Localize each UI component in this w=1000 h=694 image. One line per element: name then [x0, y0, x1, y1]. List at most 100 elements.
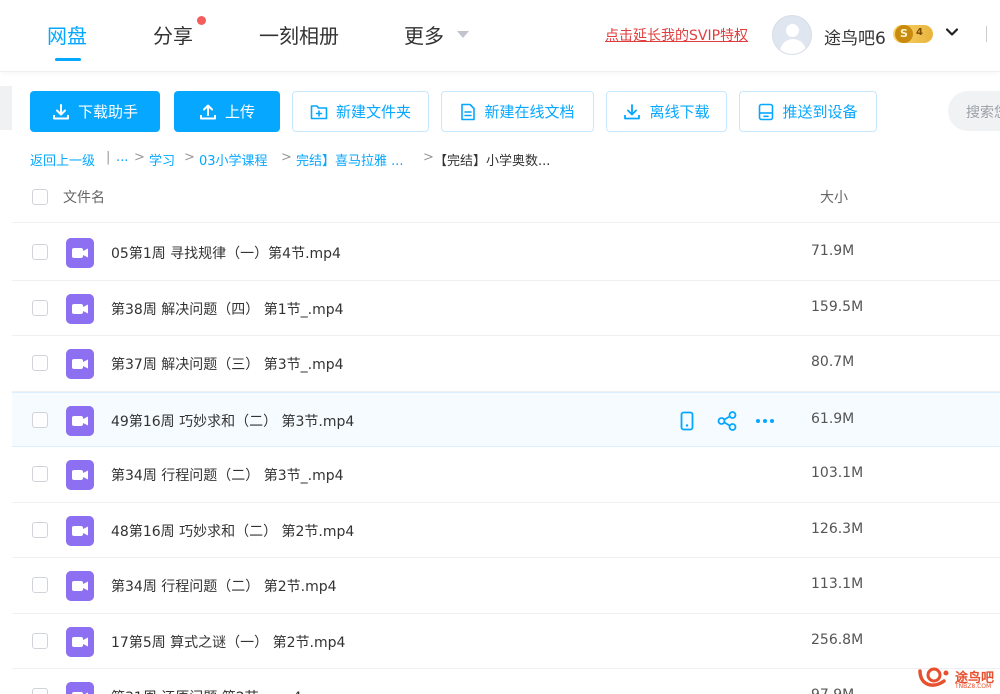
column-header-size[interactable]: 大小: [820, 187, 848, 207]
avatar[interactable]: [772, 15, 812, 55]
video-file-icon: [66, 682, 94, 694]
row-checkbox[interactable]: [32, 632, 48, 649]
breadcrumb-ellipsis[interactable]: ...: [116, 150, 128, 165]
tab-album[interactable]: 一刻相册: [259, 20, 339, 49]
file-size: 103.1M: [811, 465, 864, 481]
file-row[interactable]: 第37周 解决问题（三） 第3节_.mp4 80.7M: [12, 336, 1000, 392]
upload-button[interactable]: 上传: [174, 91, 280, 132]
file-size: 113.1M: [811, 576, 864, 592]
breadcrumb-item-study[interactable]: 学习: [149, 150, 175, 169]
push-device-icon[interactable]: [675, 409, 699, 433]
search-input[interactable]: 搜索您: [948, 91, 1000, 131]
watermark-logo-icon: [918, 667, 949, 687]
breadcrumb-separator: |: [106, 150, 111, 165]
tab-share[interactable]: 分享: [153, 20, 193, 49]
breadcrumb-separator: >: [184, 150, 195, 165]
file-row[interactable]: 第38周 解决问题（四） 第1节_.mp4 159.5M: [12, 281, 1000, 336]
breadcrumb-current: 【完结】小学奥数...: [434, 154, 551, 169]
new-folder-icon: [310, 104, 328, 119]
breadcrumb-separator: >: [281, 150, 292, 165]
active-tab-indicator: [55, 58, 81, 61]
row-checkbox[interactable]: [32, 466, 48, 482]
file-size: 159.5M: [811, 298, 864, 315]
top-navigation-bar: 网盘 分享 一刻相册 更多 点击延长我的SVIP特权 途鸟吧6 S 4: [0, 0, 1000, 72]
column-header-filename[interactable]: 文件名: [63, 187, 105, 207]
video-file-icon: [66, 515, 94, 546]
file-name[interactable]: 第31周 还原问题 第2节_.mp4: [111, 687, 302, 694]
offline-download-label: 离线下载: [649, 103, 710, 121]
row-checkbox[interactable]: [32, 244, 48, 260]
push-to-device-label: 推送到设备: [782, 103, 858, 121]
username[interactable]: 途鸟吧6: [824, 24, 886, 49]
file-name[interactable]: 17第5周 算式之谜（一） 第2节.mp4: [111, 632, 345, 652]
divider: [12, 222, 1000, 223]
new-online-doc-button[interactable]: 新建在线文档: [441, 91, 594, 132]
file-row[interactable]: 第34周 行程问题（二） 第3节_.mp4 103.1M: [12, 447, 1000, 503]
offline-download-button[interactable]: 离线下载: [606, 91, 727, 132]
file-size: 71.9M: [811, 243, 855, 259]
file-size: 80.7M: [811, 354, 855, 370]
download-helper-button[interactable]: 下载助手: [30, 91, 160, 132]
vip-level-number: 4: [916, 27, 923, 38]
file-size: 61.9M: [811, 410, 855, 427]
row-checkbox[interactable]: [32, 577, 48, 593]
more-dropdown-icon[interactable]: [457, 31, 469, 38]
svip-renew-link[interactable]: 点击延长我的SVIP特权: [605, 25, 748, 45]
file-list: 05第1周 寻找规律（一）第4节.mp4 71.9M 第38周 解决问题（四） 第1…: [12, 225, 1000, 694]
file-name[interactable]: 第37周 解决问题（三） 第3节_.mp4: [111, 354, 344, 374]
video-file-icon: [66, 571, 94, 601]
share-icon[interactable]: [715, 409, 739, 433]
video-file-icon: [66, 349, 94, 379]
push-to-device-button[interactable]: 推送到设备: [739, 91, 877, 132]
file-name[interactable]: 第34周 行程问题（二） 第3节_.mp4: [111, 465, 344, 485]
file-name[interactable]: 第38周 解决问题（四） 第1节_.mp4: [111, 299, 344, 319]
watermark: 途鸟吧 TNBZ8.COM: [915, 664, 1000, 692]
new-online-doc-label: 新建在线文档: [484, 103, 575, 121]
file-size: 97.9M: [811, 687, 854, 694]
file-name[interactable]: 第34周 行程问题（二） 第2节.mp4: [111, 576, 337, 596]
file-row[interactable]: 05第1周 寻找规律（一）第4节.mp4 71.9M: [12, 225, 1000, 281]
video-file-icon: [66, 293, 94, 324]
document-icon: [461, 103, 476, 120]
upload-icon: [199, 104, 216, 119]
download-helper-label: 下载助手: [77, 103, 138, 121]
row-checkbox[interactable]: [32, 355, 48, 371]
more-options-icon[interactable]: [753, 409, 777, 433]
tab-more[interactable]: 更多: [404, 20, 444, 49]
breadcrumb-item-primary-courses[interactable]: 03小学课程: [199, 150, 268, 169]
file-row[interactable]: 17第5周 算式之谜（一） 第2节.mp4 256.8M: [12, 614, 1000, 669]
svip-coin-icon: S: [895, 25, 913, 43]
file-name[interactable]: 05第1周 寻找规律（一）第4节.mp4: [111, 243, 341, 263]
upload-label: 上传: [224, 103, 255, 121]
watermark-subtext: TNBZ8.COM: [955, 683, 992, 690]
breadcrumb-item-ximalaya[interactable]: 完结】喜马拉雅 ...: [296, 150, 404, 169]
download-icon: [52, 103, 69, 119]
video-file-icon: [66, 405, 94, 436]
chevron-down-icon[interactable]: [946, 26, 958, 38]
tab-netdisk[interactable]: 网盘: [47, 20, 87, 49]
row-checkbox[interactable]: [32, 688, 48, 694]
select-all-checkbox[interactable]: [32, 189, 48, 205]
file-name[interactable]: 49第16周 巧妙求和（二） 第3节.mp4: [111, 411, 354, 431]
file-row[interactable]: 第34周 行程问题（二） 第2节.mp4 113.1M: [12, 558, 1000, 614]
video-file-icon: [66, 626, 94, 657]
file-row[interactable]: 48第16周 巧妙求和（二） 第2节.mp4 126.3M: [12, 503, 1000, 558]
vip-level-badge: S 4: [893, 25, 933, 43]
file-row[interactable]: 第31周 还原问题 第2节_.mp4 97.9M: [12, 669, 1000, 694]
row-checkbox[interactable]: [32, 299, 48, 316]
notification-dot: [197, 16, 206, 25]
file-size: 256.8M: [811, 631, 864, 648]
row-checkbox[interactable]: [32, 411, 48, 428]
file-name[interactable]: 48第16周 巧妙求和（二） 第2节.mp4: [111, 521, 354, 541]
row-actions: [675, 409, 785, 433]
device-icon: [759, 103, 774, 120]
avatar-head-shape: [786, 24, 799, 37]
sidebar-edge: [0, 86, 12, 130]
offline-download-icon: [624, 103, 641, 119]
breadcrumb-separator: >: [134, 150, 145, 165]
file-row[interactable]: 49第16周 巧妙求和（二） 第3节.mp4 61.9M: [12, 391, 1000, 447]
new-folder-button[interactable]: 新建文件夹: [292, 91, 429, 132]
breadcrumb-back-link[interactable]: 返回上一级: [30, 150, 95, 169]
divider: [986, 26, 987, 42]
row-checkbox[interactable]: [32, 521, 48, 538]
